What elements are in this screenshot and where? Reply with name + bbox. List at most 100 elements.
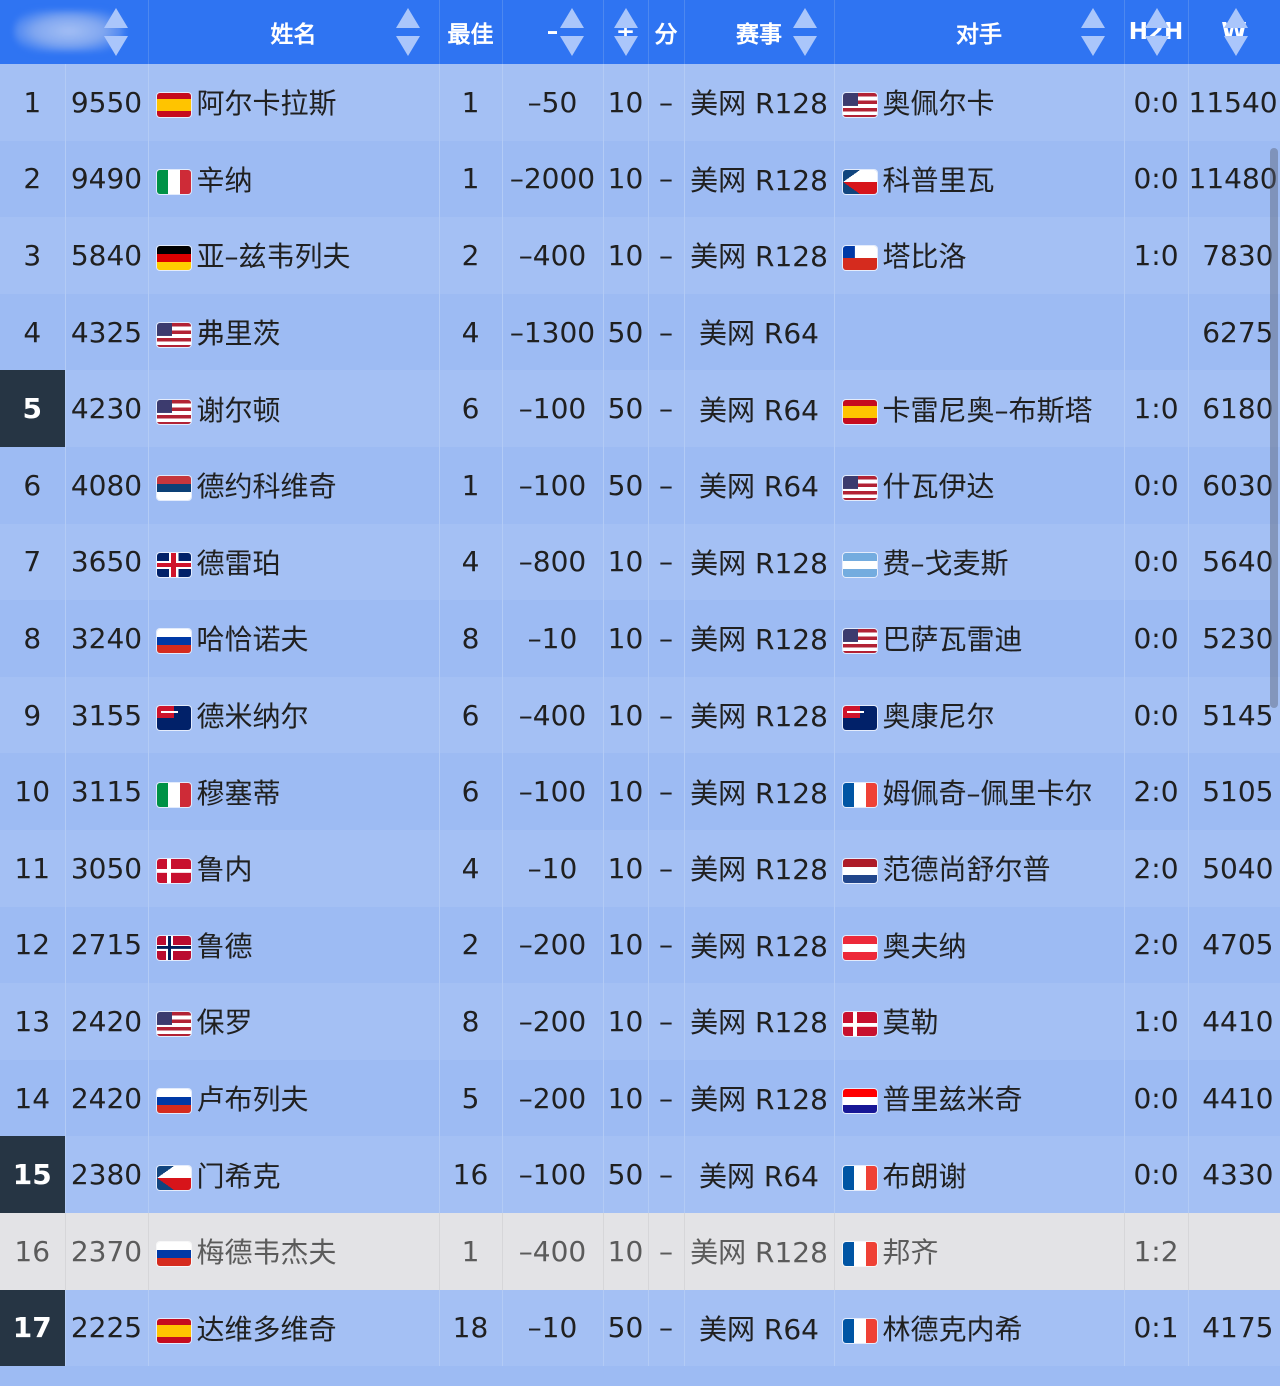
table-row[interactable]: 13 2420 保罗 8 –200 10– 美网 R128 莫勒 1:0 4410	[0, 983, 1280, 1060]
opponent-name[interactable]: 什瓦伊达	[883, 470, 995, 503]
player-name[interactable]: 德雷珀	[197, 547, 281, 580]
table-row[interactable]: 14 2420 卢布列夫 5 –200 10– 美网 R128 普里兹米奇 0:0 4410	[0, 1059, 1280, 1137]
header-logo-cell[interactable]	[0, 0, 149, 64]
event-cell: 美网 R64	[684, 293, 835, 371]
table-row[interactable]: 16 2370 梅德韦杰夫 1 –400 10– 美网 R128 邦齐 1:2	[0, 1212, 1280, 1290]
table-row[interactable]: 15 2380 门希克 16 –100 50– 美网 R64 布朗谢 0:0 4330	[0, 1136, 1280, 1213]
score-cell: –	[648, 1136, 685, 1213]
opponent-flag-icon	[842, 859, 877, 884]
header-event[interactable]: 赛事	[684, 0, 835, 64]
player-name[interactable]: 亚–兹韦列夫	[197, 240, 351, 273]
header-opponent-label: 对手	[956, 22, 1002, 48]
opponent-name[interactable]: 塔比洛	[883, 240, 967, 273]
opponent-cell	[834, 293, 1125, 371]
table-row[interactable]: 1 9550 阿尔卡拉斯 1 –50 10– 美网 R128 奥佩尔卡 0:0 11540	[0, 64, 1280, 141]
opponent-name[interactable]: 奥夫纳	[883, 930, 967, 963]
player-name[interactable]: 门希克	[197, 1160, 281, 1193]
player-name[interactable]: 鲁德	[197, 930, 253, 963]
player-name[interactable]: 鲁内	[197, 853, 253, 886]
opponent-name[interactable]: 莫勒	[883, 1006, 939, 1039]
table-row[interactable]: 2 9490 辛纳 1 –2000 10– 美网 R128 科普里瓦 0:0 11480	[0, 140, 1280, 218]
player-cell: 鲁德	[148, 906, 440, 984]
table-row[interactable]: 12 2715 鲁德 2 –200 10– 美网 R128 奥夫纳 2:0 4705	[0, 906, 1280, 984]
opponent-name[interactable]: 邦齐	[883, 1236, 939, 1269]
table-row[interactable]: 8 3240 哈恰诺夫 8 –10 10– 美网 R128 巴萨瓦雷迪 0:0 5230	[0, 600, 1280, 677]
header-plus[interactable]: +	[603, 0, 649, 64]
sort-event-icon[interactable]	[792, 8, 818, 56]
opponent-cell: 什瓦伊达	[834, 446, 1125, 524]
h2h-cell: 0:0	[1124, 600, 1189, 677]
vertical-scrollbar[interactable]	[1270, 148, 1278, 708]
score-cell: –	[648, 1212, 685, 1290]
player-name[interactable]: 德米纳尔	[197, 700, 309, 733]
sort-minus-icon[interactable]	[559, 8, 585, 56]
best-rank-cell: 16	[439, 1136, 503, 1213]
sort-name-icon[interactable]	[395, 8, 421, 56]
opponent-flag-icon	[842, 1089, 877, 1114]
header-h2h[interactable]: H2H	[1124, 0, 1189, 64]
header-name[interactable]: 姓名	[148, 0, 440, 64]
table-row[interactable]: 7 3650 德雷珀 4 –800 10– 美网 R128 费–戈麦斯 0:0 5640	[0, 523, 1280, 601]
points-drop-cell: –200	[502, 983, 604, 1060]
table-row[interactable]: 4 4325 弗里茨 4 –1300 50– 美网 R64 6275	[0, 293, 1280, 371]
player-name[interactable]: 辛纳	[197, 164, 253, 197]
table-row[interactable]: 17 2225 达维多维奇 18 –10 50– 美网 R64 林德克内希 0:1 4175	[0, 1289, 1280, 1367]
points-cell: 2370	[65, 1212, 149, 1290]
country-flag-icon	[156, 706, 191, 731]
player-name[interactable]: 德约科维奇	[197, 470, 337, 503]
score-cell: –	[648, 1059, 685, 1137]
opponent-name[interactable]: 奥佩尔卡	[883, 87, 995, 120]
player-name[interactable]: 卢布列夫	[197, 1083, 309, 1116]
opponent-name[interactable]: 卡雷尼奥–布斯塔	[883, 394, 1093, 427]
sort-w-icon[interactable]	[1223, 8, 1249, 56]
opponent-cell: 奥夫纳	[834, 906, 1125, 984]
player-name[interactable]: 梅德韦杰夫	[197, 1236, 337, 1269]
win-points-cell: 5105	[1188, 753, 1280, 830]
opponent-cell: 普里兹米奇	[834, 1059, 1125, 1137]
table-row[interactable]: 6 4080 德约科维奇 1 –100 50– 美网 R64 什瓦伊达 0:0 6030	[0, 446, 1280, 524]
player-cell: 亚–兹韦列夫	[148, 217, 440, 294]
rank-cell: 4	[0, 293, 66, 371]
opponent-name[interactable]: 布朗谢	[883, 1160, 967, 1193]
opponent-cell: 塔比洛	[834, 217, 1125, 294]
table-row[interactable]: 3 5840 亚–兹韦列夫 2 –400 10– 美网 R128 塔比洛 1:0 7830	[0, 217, 1280, 294]
player-name[interactable]: 阿尔卡拉斯	[197, 87, 337, 120]
opponent-name[interactable]: 姆佩奇–佩里卡尔	[883, 777, 1093, 810]
player-name[interactable]: 达维多维奇	[197, 1313, 337, 1346]
points-cell: 2420	[65, 983, 149, 1060]
opponent-flag-icon	[842, 629, 877, 654]
opponent-flag-icon	[842, 552, 877, 577]
opponent-name[interactable]: 普里兹米奇	[883, 1083, 1023, 1116]
header-minus[interactable]: –	[502, 0, 604, 64]
header-opponent[interactable]: 对手	[834, 0, 1125, 64]
table-row[interactable]: 5 4230 谢尔顿 6 –100 50– 美网 R64 卡雷尼奥–布斯塔 1:0 6180	[0, 370, 1280, 447]
sort-h2h-icon[interactable]	[1144, 8, 1170, 56]
country-flag-icon	[156, 935, 191, 960]
h2h-cell: 0:0	[1124, 64, 1189, 141]
player-name[interactable]: 哈恰诺夫	[197, 623, 309, 656]
event-cell: 美网 R128	[684, 600, 835, 677]
header-best[interactable]: 最佳	[439, 0, 503, 64]
sort-rank-icon[interactable]	[103, 8, 129, 56]
opponent-name[interactable]: 林德克内希	[883, 1313, 1023, 1346]
opponent-name[interactable]: 奥康尼尔	[883, 700, 995, 733]
opponent-name[interactable]: 费–戈麦斯	[883, 547, 1009, 580]
rank-cell: 12	[0, 906, 66, 984]
header-w[interactable]: W	[1188, 0, 1280, 64]
sort-opponent-icon[interactable]	[1080, 8, 1106, 56]
table-row[interactable]: 11 3050 鲁内 4 –10 10– 美网 R128 范德尚舒尔普 2:0 5040	[0, 829, 1280, 907]
h2h-cell: 0:0	[1124, 676, 1189, 754]
player-name[interactable]: 保罗	[197, 1006, 253, 1039]
win-points-cell: 5145	[1188, 676, 1280, 754]
score-cell: –	[648, 523, 685, 601]
header-score[interactable]: 分	[648, 0, 685, 64]
table-row[interactable]: 9 3155 德米纳尔 6 –400 10– 美网 R128 奥康尼尔 0:0 5145	[0, 676, 1280, 754]
player-name[interactable]: 谢尔顿	[197, 394, 281, 427]
opponent-name[interactable]: 范德尚舒尔普	[883, 853, 1051, 886]
opponent-name[interactable]: 巴萨瓦雷迪	[883, 623, 1023, 656]
opponent-name[interactable]: 科普里瓦	[883, 164, 995, 197]
table-row[interactable]: 10 3115 穆塞蒂 6 –100 10– 美网 R128 姆佩奇–佩里卡尔 2:0 5105	[0, 753, 1280, 830]
sort-plus-icon[interactable]	[613, 8, 639, 56]
player-name[interactable]: 弗里茨	[197, 317, 281, 350]
player-name[interactable]: 穆塞蒂	[197, 777, 281, 810]
